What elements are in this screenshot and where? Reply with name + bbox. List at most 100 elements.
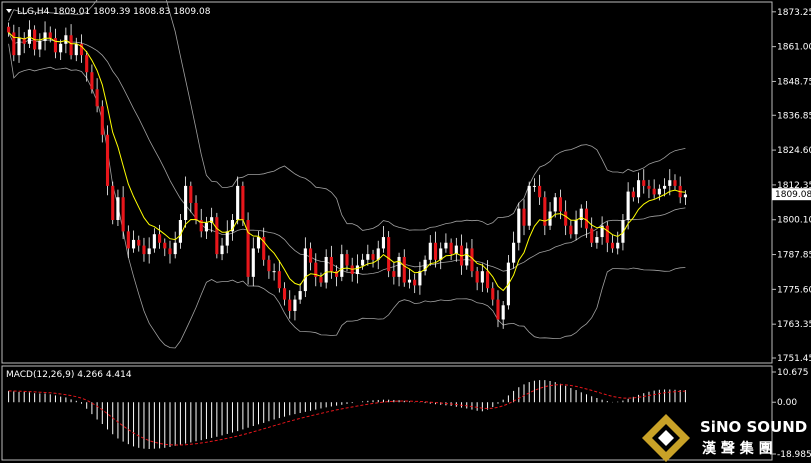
candle[interactable] [131,230,136,253]
candle[interactable] [329,245,333,279]
candle[interactable] [402,249,406,287]
candle[interactable] [17,27,21,63]
candle[interactable] [90,64,94,94]
candle[interactable] [454,237,458,262]
candle[interactable] [111,181,115,225]
candle[interactable] [459,234,464,275]
candle[interactable] [569,219,573,239]
candle[interactable] [27,20,31,49]
candle[interactable] [210,207,214,233]
candle[interactable] [116,189,120,226]
candle[interactable] [538,174,542,205]
candle[interactable] [319,272,323,287]
candle[interactable] [38,33,42,58]
candle[interactable] [314,253,318,287]
candle[interactable] [673,174,677,191]
candle[interactable] [324,249,328,289]
candle[interactable] [220,237,224,261]
candle[interactable] [53,28,58,59]
candle[interactable] [22,32,26,54]
candle[interactable] [371,249,375,268]
candle[interactable] [631,187,635,202]
candle[interactable] [199,208,203,238]
candle[interactable] [335,265,339,287]
candle[interactable] [189,181,193,213]
candle[interactable] [491,282,495,306]
candle[interactable] [43,21,47,51]
candle[interactable] [251,237,255,287]
candle[interactable] [376,240,380,270]
candle[interactable] [236,176,240,225]
candle[interactable] [642,169,646,194]
candle[interactable] [184,176,188,228]
candle[interactable] [381,225,386,253]
candle[interactable] [277,260,281,293]
candle[interactable] [605,221,609,253]
candle[interactable] [340,244,344,282]
candle[interactable] [308,242,313,271]
candle[interactable] [225,220,229,254]
candle[interactable] [616,231,620,255]
candle[interactable] [293,295,297,321]
candle[interactable] [610,235,615,253]
candle[interactable] [204,216,208,240]
candle[interactable] [517,202,521,251]
candle[interactable] [678,176,682,204]
candle[interactable] [163,238,167,257]
candle[interactable] [574,210,578,241]
candle[interactable] [527,181,531,230]
candle[interactable] [595,231,599,249]
candle[interactable] [178,214,182,249]
candle[interactable] [496,290,500,328]
candle[interactable] [272,263,276,281]
candle[interactable] [152,228,156,253]
candle[interactable] [600,216,604,245]
candle[interactable] [256,231,261,253]
candle[interactable] [147,237,151,264]
candle[interactable] [590,217,594,248]
candle[interactable] [532,178,536,192]
candle[interactable] [522,199,526,236]
candle[interactable] [298,283,302,304]
candlestick-series[interactable] [7,20,687,329]
candle[interactable] [407,268,412,289]
candle[interactable] [59,39,63,60]
candle[interactable] [74,37,78,62]
candle[interactable] [449,238,453,261]
candle[interactable] [282,282,287,306]
candle[interactable] [95,78,99,113]
candle[interactable] [512,231,516,269]
candle[interactable] [69,24,73,60]
candle[interactable] [246,212,250,285]
candle[interactable] [444,233,448,253]
candle[interactable] [543,191,547,236]
candle[interactable] [158,224,162,249]
candle[interactable] [137,235,141,252]
candle[interactable] [558,189,563,220]
candle[interactable] [647,179,651,199]
candle[interactable] [267,255,271,279]
candle[interactable] [288,290,292,319]
candle[interactable] [121,186,125,240]
candle[interactable] [579,204,583,228]
candle[interactable] [215,212,219,259]
candle[interactable] [652,179,656,199]
candle[interactable] [100,100,104,143]
candle[interactable] [79,34,84,63]
candle[interactable] [387,231,391,278]
candle[interactable] [303,237,307,298]
candle[interactable] [475,266,479,291]
candle[interactable] [168,240,172,264]
candle[interactable] [636,172,641,204]
triangle-down-icon[interactable] [6,9,12,13]
candle[interactable] [428,235,432,266]
candle[interactable] [423,255,427,276]
candle[interactable] [392,261,396,285]
candle[interactable] [142,237,146,262]
candle[interactable] [366,244,370,266]
candle[interactable] [439,242,443,270]
candle[interactable] [465,242,469,270]
candle[interactable] [262,227,266,266]
candle[interactable] [397,252,401,287]
candle[interactable] [413,273,417,294]
